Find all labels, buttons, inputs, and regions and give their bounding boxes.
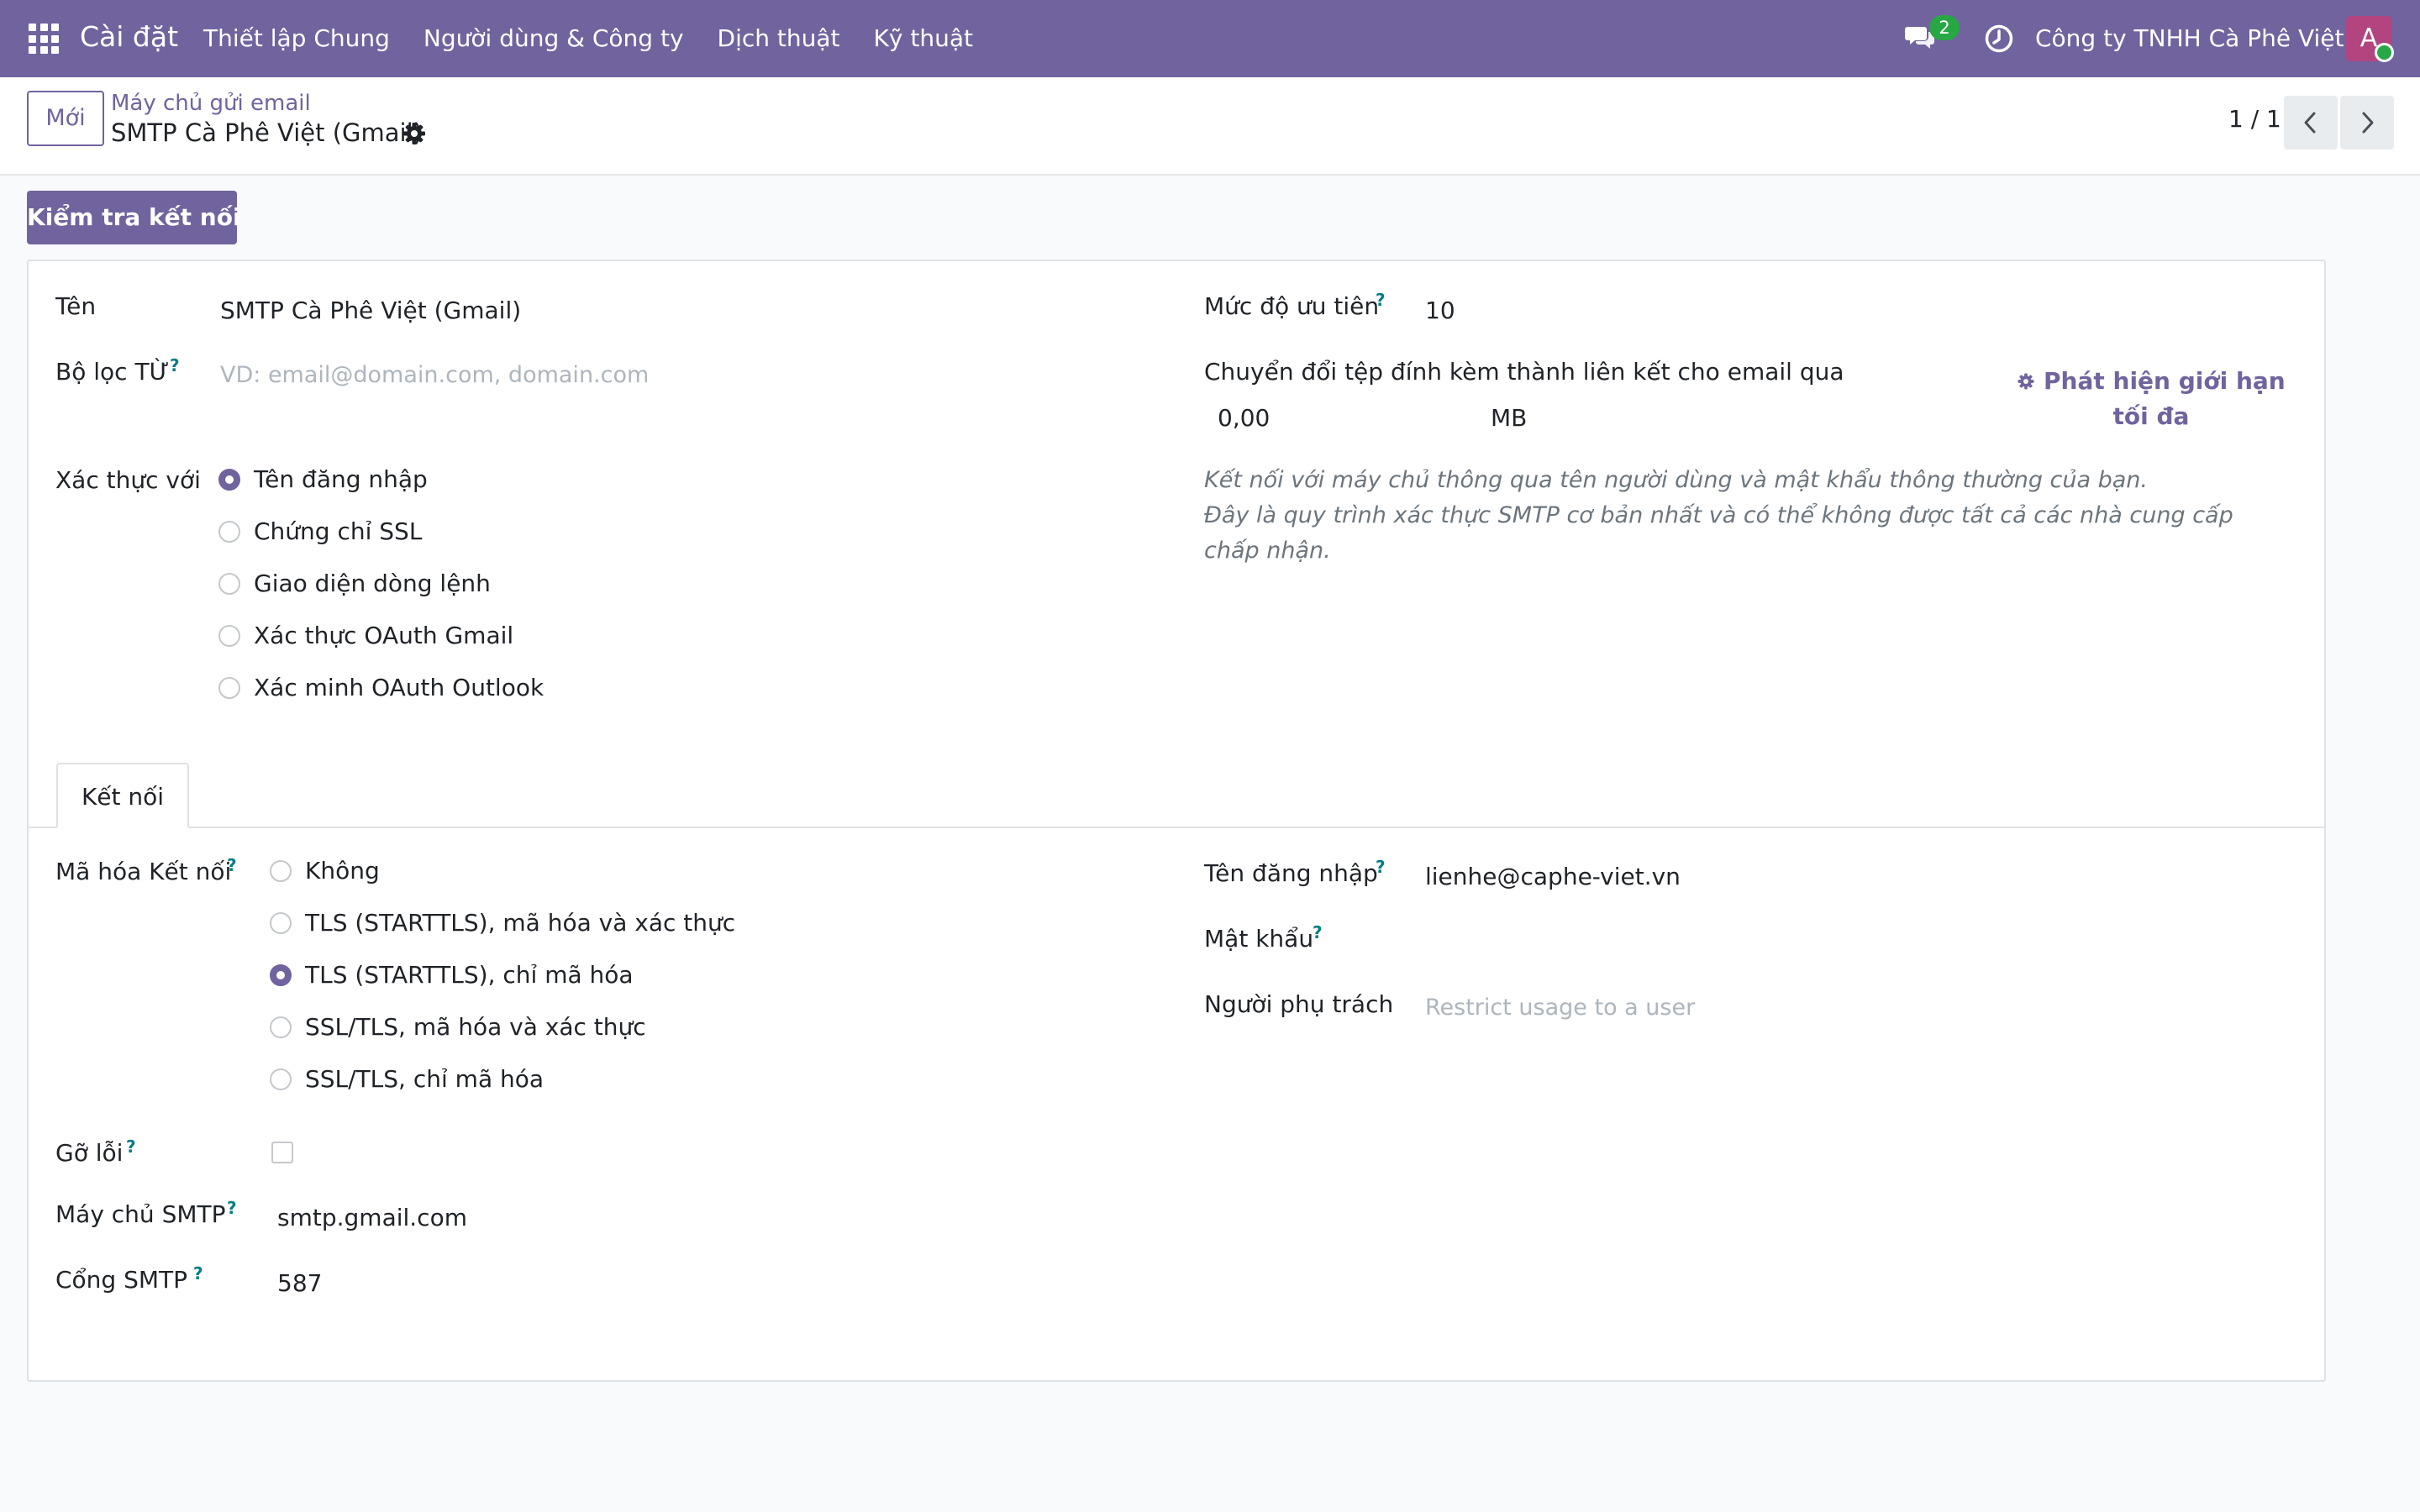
radio-icon [270, 859, 292, 882]
help-icon[interactable]: ? [1376, 290, 1386, 310]
debug-checkbox[interactable] [271, 1142, 293, 1163]
online-status-dot [2375, 43, 2394, 62]
auth-option-label: Chứng chỉ SSL [254, 517, 423, 545]
messages-count-badge: 2 [1929, 15, 1960, 40]
pager-previous-button[interactable] [2284, 96, 2338, 150]
username-field[interactable]: lienhe@caphe-viet.vn [1425, 863, 1681, 890]
pager-value[interactable]: 1 / 1 [2228, 105, 2281, 133]
encryption-label: Mã hóa Kết nối [55, 858, 232, 885]
main-menu: Thiết lập Chung Người dùng & Công ty Dịc… [203, 24, 1007, 52]
radio-icon [218, 624, 240, 647]
menu-item-technical[interactable]: Kỹ thuật [874, 24, 973, 52]
gear-icon [2018, 373, 2034, 390]
test-connection-button[interactable]: Kiểm tra kết nối [27, 191, 241, 244]
auth-description: Kết nối với máy chủ thông qua tên người … [1204, 463, 2263, 569]
debug-label: Gỡ lỗi [55, 1139, 124, 1167]
radio-icon [218, 676, 240, 699]
from-filter-input[interactable]: VD: email@domain.com, domain.com [220, 362, 649, 388]
name-label: Tên [55, 292, 97, 320]
help-icon[interactable]: ? [227, 855, 237, 875]
attachment-label: Chuyển đổi tệp đính kèm thành liên kết c… [1204, 358, 1844, 386]
radio-selected-icon [270, 963, 292, 986]
control-panel: Mới Máy chủ gửi email SMTP Cà Phê Việt (… [0, 77, 2420, 176]
encryption-option-label: TLS (STARTTLS), mã hóa và xác thực [305, 909, 736, 937]
pager-next-button[interactable] [2340, 96, 2394, 150]
breadcrumb-parent[interactable]: Máy chủ gửi email [111, 91, 311, 116]
smtp-server-label: Máy chủ SMTP [55, 1200, 226, 1228]
encryption-option-label: TLS (STARTTLS), chỉ mã hóa [305, 961, 634, 989]
encryption-option-label: SSL/TLS, chỉ mã hóa [305, 1065, 544, 1093]
auth-option-gmail-oauth[interactable]: Xác thực OAuth Gmail [218, 622, 513, 649]
radio-icon [270, 1068, 292, 1090]
menu-item-users-companies[interactable]: Người dùng & Công ty [424, 24, 684, 52]
auth-option-ssl-certificate[interactable]: Chứng chỉ SSL [218, 517, 422, 545]
form-sheet: Tên SMTP Cà Phê Việt (Gmail) Bộ lọc TỪ ?… [27, 260, 2326, 1382]
detect-max-size-label: Phát hiện giới hạn tối đa [2044, 367, 2286, 430]
smtp-port-label: Cổng SMTP [55, 1266, 188, 1294]
auth-option-label: Xác minh OAuth Outlook [254, 674, 544, 701]
auth-label: Xác thực với [55, 466, 201, 494]
help-icon[interactable]: ? [126, 1137, 136, 1157]
new-button[interactable]: Mới [27, 91, 104, 146]
breadcrumb-current: SMTP Cà Phê Việt (Gmail) [111, 118, 423, 147]
owner-label: Người phụ trách [1204, 990, 1394, 1018]
priority-field[interactable]: 10 [1425, 297, 1455, 324]
attachment-size-field[interactable]: 0,00 [1218, 404, 1270, 432]
tab-connection[interactable]: Kết nối [56, 763, 189, 828]
encryption-option-label: SSL/TLS, mã hóa và xác thực [305, 1013, 646, 1041]
smtp-port-field[interactable]: 587 [277, 1269, 322, 1297]
priority-label: Mức độ ưu tiên [1204, 292, 1380, 320]
activity-clock-icon[interactable] [1984, 24, 2014, 54]
encryption-option-ssl-verify[interactable]: SSL/TLS, mã hóa và xác thực [270, 1013, 646, 1041]
gear-icon[interactable] [402, 121, 427, 146]
auth-option-label: Giao diện dòng lệnh [254, 570, 491, 597]
radio-icon [270, 1016, 292, 1038]
detect-max-size-link[interactable]: Phát hiện giới hạn tối đa [2017, 364, 2286, 434]
encryption-option-none[interactable]: Không [270, 857, 380, 885]
encryption-option-label: Không [305, 857, 380, 885]
password-label: Mật khẩu [1204, 925, 1314, 953]
from-filter-label: Bộ lọc TỪ [55, 358, 170, 386]
auth-description-line: Đây là quy trình xác thực SMTP cơ bản nh… [1204, 502, 2233, 564]
apps-menu-icon[interactable] [29, 24, 59, 54]
help-icon[interactable]: ? [170, 355, 180, 375]
radio-icon [270, 911, 292, 934]
radio-selected-icon [218, 468, 240, 491]
radio-icon [218, 572, 240, 595]
company-switcher[interactable]: Công ty TNHH Cà Phê Việt [2035, 24, 2344, 52]
chevron-left-icon [2304, 112, 2316, 134]
radio-icon [218, 520, 240, 543]
name-field[interactable]: SMTP Cà Phê Việt (Gmail) [220, 297, 521, 324]
encryption-option-starttls-verify[interactable]: TLS (STARTTLS), mã hóa và xác thực [270, 909, 735, 937]
chevron-right-icon [2362, 112, 2374, 134]
username-label: Tên đăng nhập [1204, 859, 1378, 887]
auth-option-label: Tên đăng nhập [254, 465, 428, 493]
auth-option-label: Xác thực OAuth Gmail [254, 622, 514, 649]
help-icon[interactable]: ? [1313, 922, 1323, 942]
top-navbar: Cài đặt Thiết lập Chung Người dùng & Côn… [0, 0, 2420, 77]
help-icon[interactable]: ? [1376, 857, 1386, 877]
app-brand[interactable]: Cài đặt [80, 20, 178, 53]
menu-item-general-settings[interactable]: Thiết lập Chung [203, 24, 390, 52]
tabs-divider [29, 827, 2324, 828]
password-field[interactable] [1425, 923, 2265, 957]
auth-option-login[interactable]: Tên đăng nhập [218, 465, 428, 493]
auth-option-cli[interactable]: Giao diện dòng lệnh [218, 570, 491, 597]
smtp-server-field[interactable]: smtp.gmail.com [277, 1204, 467, 1231]
auth-description-line: Kết nối với máy chủ thông qua tên người … [1204, 467, 2149, 493]
auth-option-outlook-oauth[interactable]: Xác minh OAuth Outlook [218, 674, 544, 701]
menu-item-translations[interactable]: Dịch thuật [718, 24, 840, 52]
encryption-option-starttls[interactable]: TLS (STARTTLS), chỉ mã hóa [270, 961, 634, 989]
encryption-option-ssl[interactable]: SSL/TLS, chỉ mã hóa [270, 1065, 544, 1093]
help-icon[interactable]: ? [193, 1263, 203, 1284]
owner-input[interactable]: Restrict usage to a user [1425, 995, 1695, 1021]
attachment-unit: MB [1491, 404, 1528, 432]
help-icon[interactable]: ? [227, 1198, 237, 1218]
